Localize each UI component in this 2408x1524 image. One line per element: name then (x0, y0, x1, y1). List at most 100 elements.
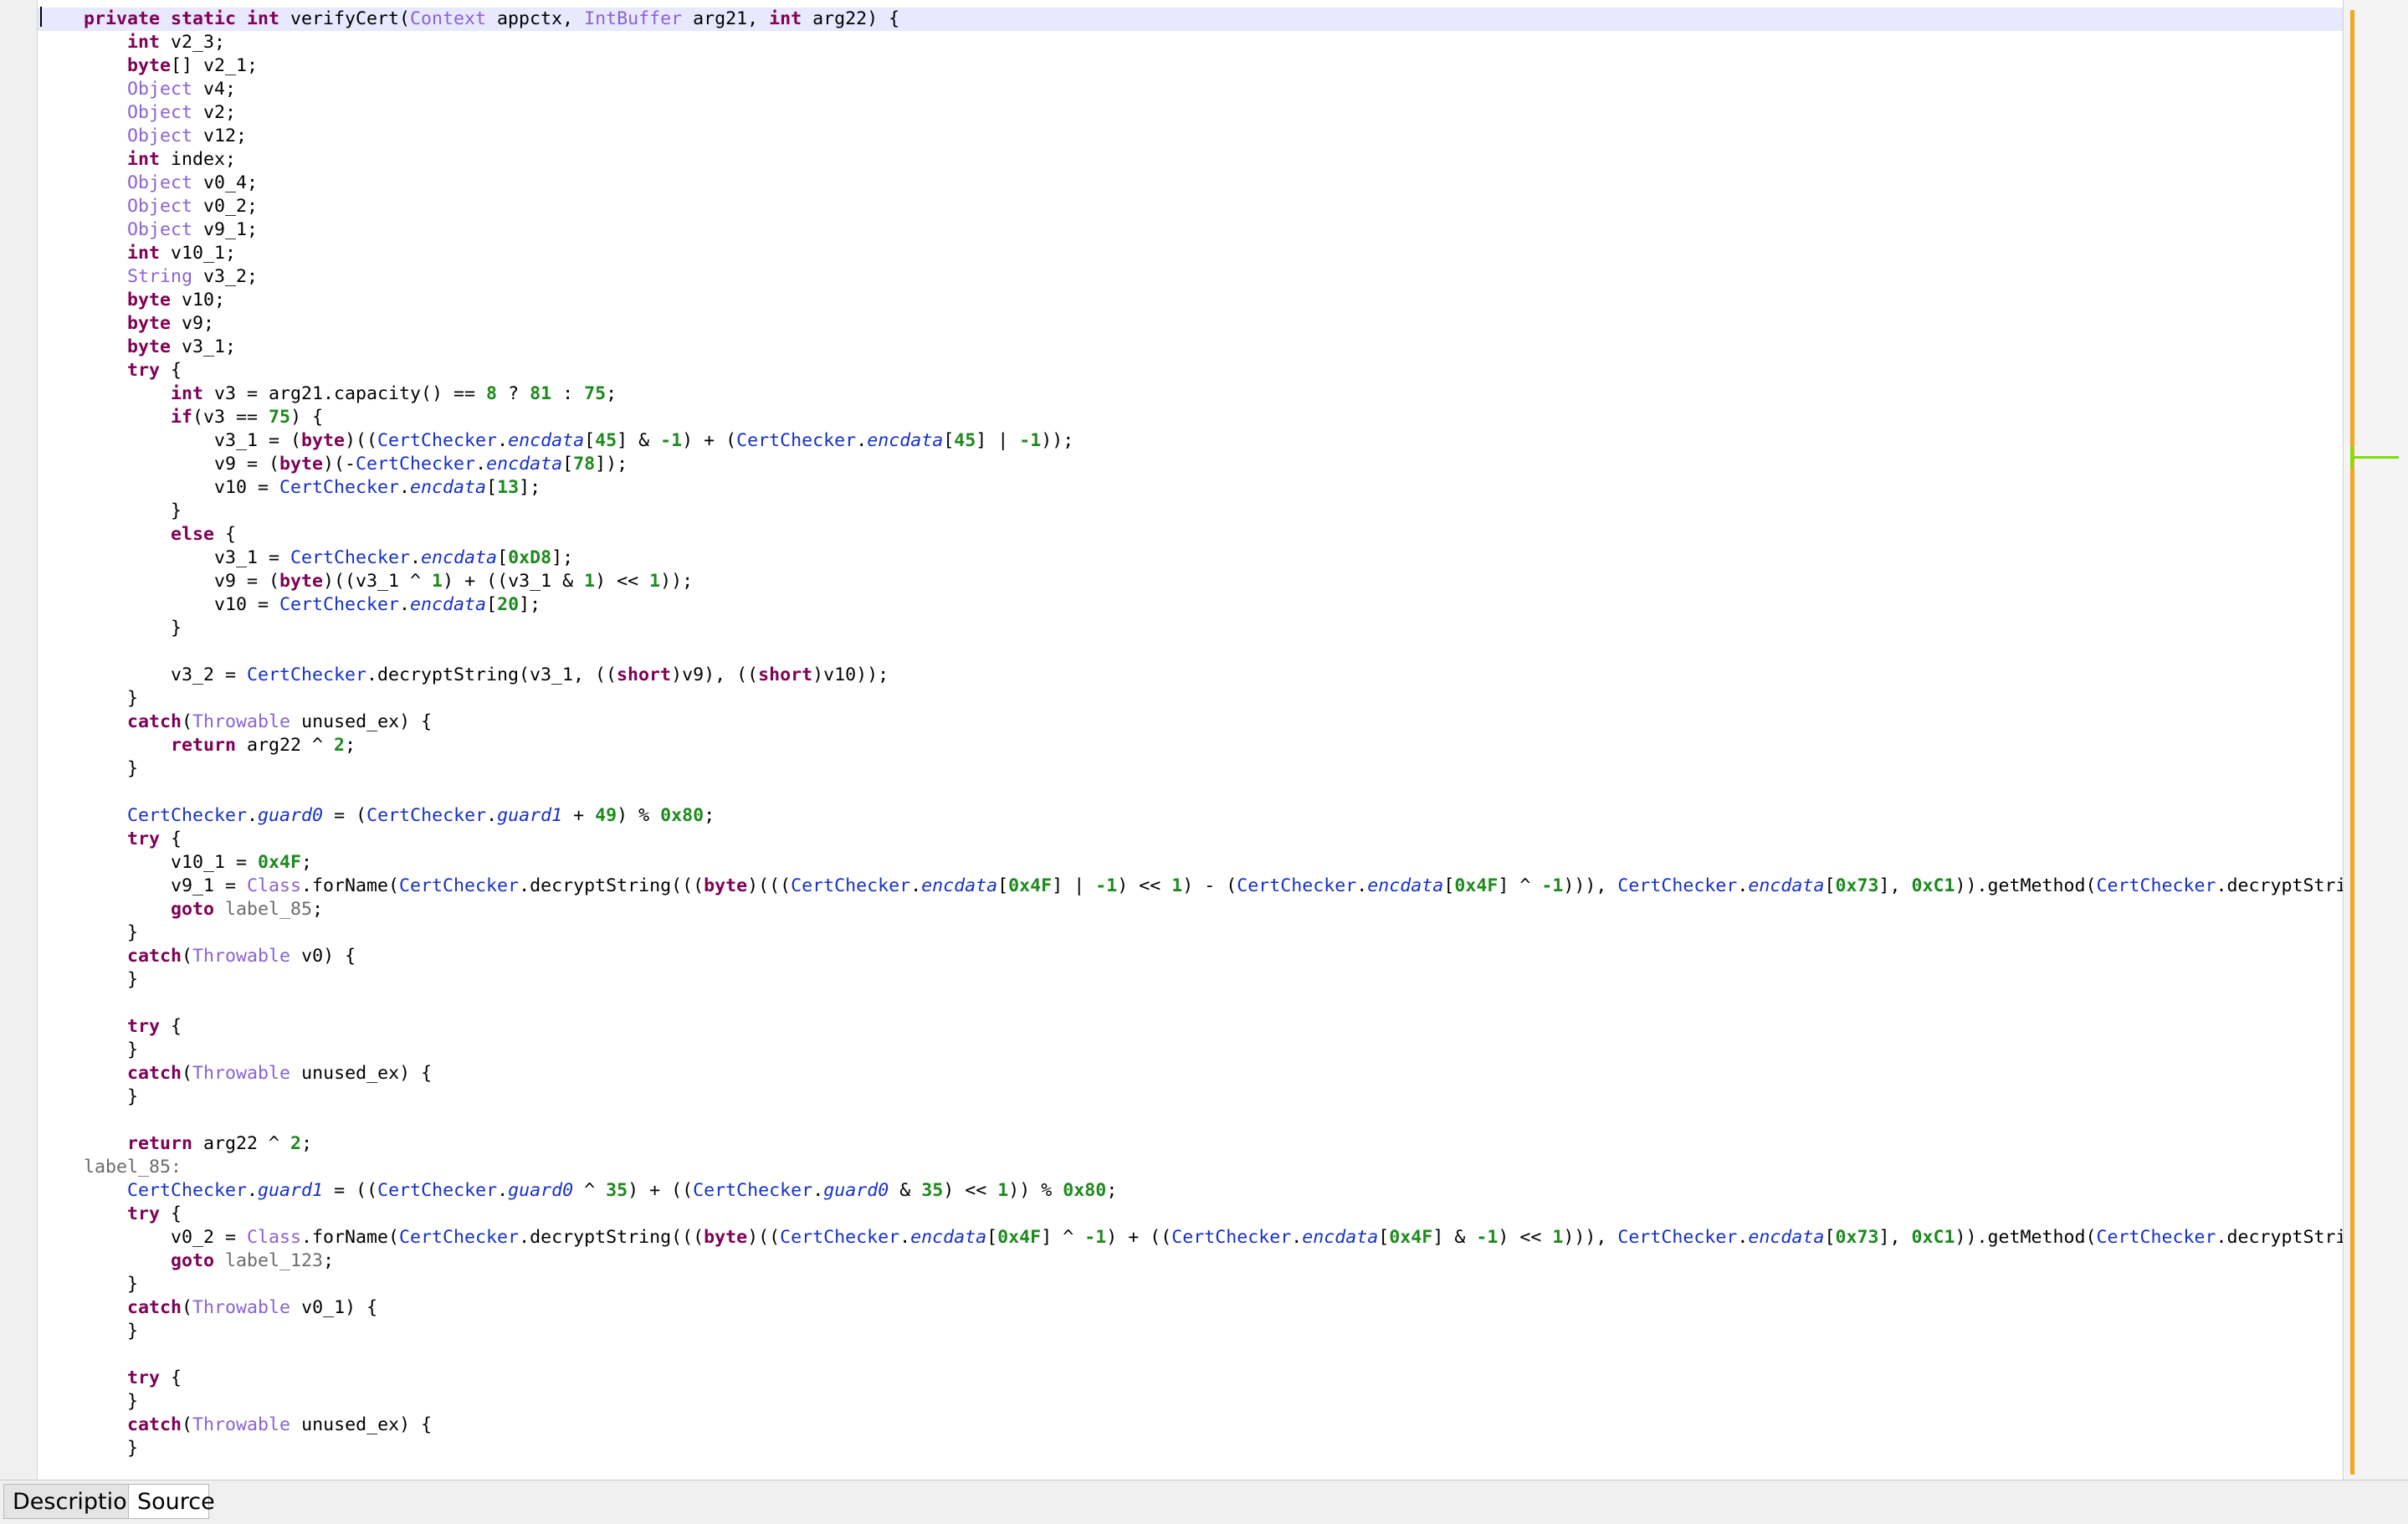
code-line[interactable]: } (38, 921, 2343, 945)
code-token: [ (1443, 875, 1454, 896)
code-line[interactable]: v3_2 = CertChecker.decryptString(v3_1, (… (38, 664, 2343, 687)
code-line[interactable]: byte v3_1; (38, 336, 2343, 359)
code-line[interactable]: } (38, 1437, 2343, 1460)
code-line[interactable]: int v3 = arg21.capacity() == 8 ? 81 : 75… (38, 382, 2343, 406)
code-line[interactable]: try { (38, 1015, 2343, 1039)
code-token: byte (127, 336, 171, 357)
code-token: encdata (410, 594, 486, 615)
code-token: )(- (323, 454, 356, 475)
code-line[interactable]: try { (38, 359, 2343, 382)
code-line[interactable]: catch(Throwable v0) { (38, 945, 2343, 968)
code-line[interactable] (38, 640, 2343, 664)
code-line[interactable]: private static int verifyCert(Context ap… (38, 8, 2343, 31)
code-line[interactable]: } (38, 968, 2343, 992)
code-line[interactable]: try { (38, 1367, 2343, 1390)
code-line[interactable]: try { (38, 828, 2343, 851)
code-line[interactable]: v10_1 = 0x4F; (38, 851, 2343, 875)
code-line[interactable]: catch(Throwable v0_1) { (38, 1296, 2343, 1320)
code-token: { (160, 829, 182, 849)
code-token: Throwable (192, 1414, 290, 1435)
code-line[interactable]: } (38, 1085, 2343, 1109)
code-line[interactable]: label_85: (38, 1156, 2343, 1179)
code-line[interactable]: else { (38, 523, 2343, 546)
code-line[interactable] (38, 1343, 2343, 1367)
code-line[interactable]: String v3_2; (38, 265, 2343, 289)
code-line[interactable]: catch(Throwable unused_ex) { (38, 711, 2343, 734)
code-token: byte (704, 875, 747, 896)
overview-position-marker[interactable] (2350, 456, 2399, 459)
code-line[interactable]: return arg22 ^ 2; (38, 1132, 2343, 1156)
code-token: v4; (192, 79, 236, 100)
tab-description[interactable]: Description (3, 1484, 129, 1519)
code-token: [ (497, 547, 508, 568)
code-line[interactable]: } (38, 1390, 2343, 1414)
code-line[interactable]: Object v0_4; (38, 172, 2343, 195)
code-line[interactable]: CertChecker.guard0 = (CertChecker.guard1… (38, 804, 2343, 828)
code-line[interactable]: v9_1 = Class.forName(CertChecker.decrypt… (38, 875, 2343, 898)
code-line[interactable]: } (38, 617, 2343, 640)
code-line[interactable]: byte[] v2_1; (38, 54, 2343, 78)
code-token: v3_1; (171, 336, 236, 357)
code-line[interactable]: int index; (38, 148, 2343, 172)
code-token: guard0 (508, 1180, 573, 1201)
code-line[interactable]: v3_1 = CertChecker.encdata[0xD8]; (38, 546, 2343, 570)
code-token: . (1737, 1227, 1748, 1248)
code-line[interactable]: if(v3 == 75) { (38, 406, 2343, 429)
code-token: guard1 (258, 1180, 323, 1201)
code-line[interactable]: goto label_85; (38, 898, 2343, 921)
code-token: Object (127, 102, 192, 123)
code-token: CertChecker (791, 875, 910, 896)
code-line[interactable]: v3_1 = (byte)((CertChecker.encdata[45] &… (38, 429, 2343, 453)
code-line[interactable]: v10 = CertChecker.encdata[20]; (38, 593, 2343, 617)
code-token: 1 (432, 571, 443, 592)
code-token: { (160, 1203, 182, 1224)
code-token: ( (182, 946, 192, 967)
code-token: : (551, 383, 584, 404)
code-token: Throwable (192, 711, 290, 732)
code-token: [ (1824, 1227, 1835, 1248)
overview-ruler[interactable] (2343, 0, 2408, 1480)
code-token: v9 = ( (84, 571, 279, 592)
code-line[interactable]: goto label_123; (38, 1249, 2343, 1273)
code-line[interactable]: int v2_3; (38, 31, 2343, 54)
code-line[interactable]: } (38, 1039, 2343, 1062)
code-line[interactable]: int v10_1; (38, 242, 2343, 265)
code-line[interactable]: v10 = CertChecker.encdata[13]; (38, 476, 2343, 500)
code-editor[interactable]: private static int verifyCert(Context ap… (0, 0, 2343, 1480)
code-line[interactable]: catch(Throwable unused_ex) { (38, 1414, 2343, 1437)
code-token: unused_ex) { (290, 711, 432, 732)
code-line[interactable]: Object v12; (38, 125, 2343, 148)
code-line[interactable]: Object v4; (38, 78, 2343, 101)
code-line[interactable]: byte v10; (38, 289, 2343, 312)
code-token (84, 126, 127, 146)
code-token: goto (171, 1250, 214, 1271)
code-line[interactable]: byte v9; (38, 312, 2343, 336)
code-line[interactable]: v9 = (byte)(-CertChecker.encdata[78]); (38, 453, 2343, 476)
code-token: CertChecker (780, 1227, 899, 1248)
code-token: = ( (323, 805, 366, 826)
tab-source[interactable]: Source (129, 1484, 209, 1519)
code-token: guard0 (823, 1180, 889, 1201)
code-line[interactable]: } (38, 500, 2343, 523)
code-line[interactable]: } (38, 1273, 2343, 1296)
code-line[interactable]: } (38, 757, 2343, 781)
code-token: v0_4; (192, 172, 258, 193)
code-line[interactable]: return arg22 ^ 2; (38, 734, 2343, 757)
code-line[interactable] (38, 1109, 2343, 1132)
code-line[interactable]: Object v9_1; (38, 218, 2343, 242)
code-line[interactable]: } (38, 1320, 2343, 1343)
code-line[interactable]: CertChecker.guard1 = ((CertChecker.guard… (38, 1179, 2343, 1203)
code-line[interactable]: catch(Throwable unused_ex) { (38, 1062, 2343, 1085)
code-line[interactable]: v9 = (byte)((v3_1 ^ 1) + ((v3_1 & 1) << … (38, 570, 2343, 593)
source-code-area[interactable]: private static int verifyCert(Context ap… (38, 8, 2343, 1472)
code-line[interactable] (38, 781, 2343, 804)
code-line[interactable]: Object v2; (38, 101, 2343, 125)
code-line[interactable]: } (38, 687, 2343, 711)
code-token: [] v2_1; (171, 55, 258, 76)
code-line[interactable]: try { (38, 1203, 2343, 1226)
code-token: 75 (269, 407, 290, 428)
code-line[interactable]: Object v0_2; (38, 195, 2343, 218)
code-token: CertChecker (127, 805, 247, 826)
code-line[interactable] (38, 992, 2343, 1015)
code-line[interactable]: v0_2 = Class.forName(CertChecker.decrypt… (38, 1226, 2343, 1249)
